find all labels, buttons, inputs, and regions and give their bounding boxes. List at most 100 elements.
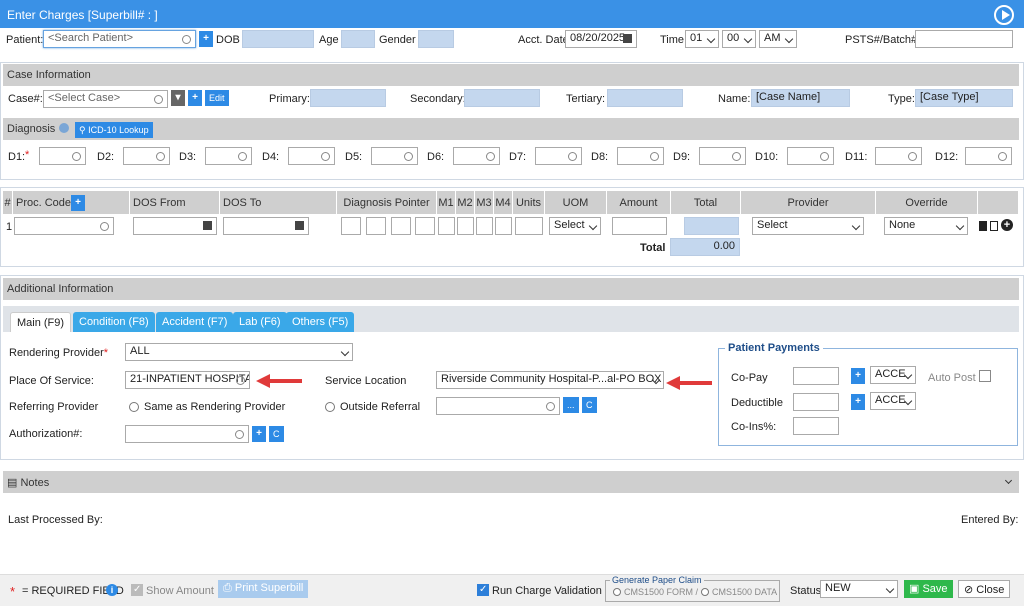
- add-patient-button[interactable]: +: [199, 31, 213, 47]
- authorization-clear-button[interactable]: C: [269, 426, 284, 442]
- dob-field: [242, 30, 314, 48]
- copy-icon[interactable]: [979, 221, 987, 231]
- deductible-account-select[interactable]: ACCE: [870, 392, 916, 410]
- modifier-4-input[interactable]: [495, 217, 512, 235]
- case-dropdown-button[interactable]: ▾: [171, 90, 185, 106]
- col-header-total: Total: [671, 191, 741, 214]
- diagnosis-input-6[interactable]: [453, 147, 500, 165]
- diagnosis-input-12[interactable]: [965, 147, 1012, 165]
- diagnosis-input-1[interactable]: [39, 147, 86, 165]
- notes-header[interactable]: ▤ Notes: [3, 471, 1019, 493]
- icd10-lookup-button[interactable]: ⚲ ICD-10 Lookup: [75, 122, 153, 138]
- modifier-3-input[interactable]: [476, 217, 493, 235]
- add-case-button[interactable]: +: [188, 90, 202, 106]
- time-ampm-select[interactable]: AM: [759, 30, 797, 48]
- diagnosis-pointer-1[interactable]: [341, 217, 361, 235]
- referral-browse-button[interactable]: ...: [563, 397, 579, 413]
- time-hour-select[interactable]: 01: [685, 30, 719, 48]
- patient-search-input[interactable]: <Search Patient>: [43, 30, 196, 48]
- close-button[interactable]: ⊘ Close: [958, 580, 1011, 598]
- arrow-indicator-pos: [256, 374, 302, 388]
- edit-case-button[interactable]: Edit: [205, 90, 229, 106]
- units-input[interactable]: [515, 217, 543, 235]
- tab-main[interactable]: Main (F9): [10, 312, 72, 332]
- grid-total-value: 0.00: [670, 238, 740, 256]
- run-validation-checkbox[interactable]: [477, 584, 489, 596]
- rendering-provider-select[interactable]: ALL: [125, 343, 353, 361]
- cms1500-form-label: CMS1500 FORM /: [624, 587, 699, 597]
- diagnosis-pointer-3[interactable]: [391, 217, 411, 235]
- dos-from-input[interactable]: [133, 217, 217, 235]
- cms1500-data-radio[interactable]: [701, 588, 709, 596]
- calendar-icon[interactable]: [623, 34, 632, 43]
- col-header-amount: Amount: [607, 191, 671, 214]
- coins-input[interactable]: [793, 417, 839, 435]
- tab-accident[interactable]: Accident (F7): [156, 312, 234, 332]
- diagnosis-label-4: D4:: [262, 151, 280, 163]
- print-superbill-button[interactable]: ⎙ Print Superbill: [218, 580, 309, 598]
- referral-clear-button[interactable]: C: [582, 397, 597, 413]
- play-icon[interactable]: [994, 5, 1014, 25]
- diagnosis-input-3[interactable]: [205, 147, 252, 165]
- tab-others[interactable]: Others (F5): [286, 312, 355, 332]
- row-number: 1: [6, 221, 13, 233]
- dos-to-input[interactable]: [223, 217, 309, 235]
- cms1500-form-radio[interactable]: [613, 588, 621, 596]
- auto-post-checkbox[interactable]: [979, 370, 991, 382]
- age-field: [341, 30, 375, 48]
- calendar-icon[interactable]: [203, 221, 212, 230]
- case-select-input[interactable]: <Select Case>: [43, 90, 168, 108]
- deductible-label: Deductible: [731, 397, 783, 409]
- psts-input[interactable]: [915, 30, 1013, 48]
- copay-account-select[interactable]: ACCE: [870, 366, 916, 384]
- tab-lab[interactable]: Lab (F6): [233, 312, 287, 332]
- modifier-1-input[interactable]: [438, 217, 455, 235]
- col-header-num: #: [3, 191, 13, 214]
- chevron-down-icon: [340, 347, 350, 357]
- show-amount-checkbox[interactable]: [131, 584, 143, 596]
- diagnosis-label-6: D6:: [427, 151, 445, 163]
- service-location-select[interactable]: Riverside Community Hospital-P...al-PO B…: [436, 371, 664, 389]
- col-header-dos-to: DOS To: [220, 191, 337, 214]
- acct-date-input[interactable]: 08/20/2025: [565, 30, 637, 48]
- diagnosis-input-7[interactable]: [535, 147, 582, 165]
- add-proc-code-button[interactable]: +: [71, 195, 85, 211]
- diagnosis-pointer-4[interactable]: [415, 217, 435, 235]
- diagnosis-input-10[interactable]: [787, 147, 834, 165]
- col-header-m1: M1: [437, 191, 456, 214]
- provider-select[interactable]: Select: [752, 217, 864, 235]
- diagnosis-input-11[interactable]: [875, 147, 922, 165]
- trash-icon[interactable]: [990, 221, 998, 231]
- proc-code-input[interactable]: [14, 217, 114, 235]
- outside-referral-radio[interactable]: [325, 402, 335, 412]
- diagnosis-input-9[interactable]: [699, 147, 746, 165]
- coins-label: Co-Ins%:: [731, 421, 777, 433]
- add-deductible-button[interactable]: +: [851, 394, 865, 410]
- modifier-2-input[interactable]: [457, 217, 474, 235]
- place-of-service-input[interactable]: 21-INPATIENT HOSPITAL: [125, 371, 250, 389]
- same-as-rendering-radio[interactable]: [129, 402, 139, 412]
- diagnosis-input-2[interactable]: [123, 147, 170, 165]
- uom-select[interactable]: Select: [549, 217, 601, 235]
- diagnosis-pointer-2[interactable]: [366, 217, 386, 235]
- save-icon: ▣: [909, 583, 923, 595]
- search-circle-icon: [154, 95, 163, 104]
- add-row-icon[interactable]: +: [1001, 219, 1013, 231]
- override-select[interactable]: None: [884, 217, 968, 235]
- authorization-input[interactable]: [125, 425, 249, 443]
- status-select[interactable]: NEW: [820, 580, 898, 598]
- amount-input[interactable]: [612, 217, 667, 235]
- tab-condition[interactable]: Condition (F8): [73, 312, 155, 332]
- diagnosis-input-4[interactable]: [288, 147, 335, 165]
- calendar-icon[interactable]: [295, 221, 304, 230]
- time-minute-select[interactable]: 00: [722, 30, 756, 48]
- diagnosis-input-5[interactable]: [371, 147, 418, 165]
- add-authorization-button[interactable]: +: [252, 426, 266, 442]
- deductible-input[interactable]: [793, 393, 839, 411]
- copay-input[interactable]: [793, 367, 839, 385]
- info-icon[interactable]: i: [106, 584, 118, 596]
- diagnosis-input-8[interactable]: [617, 147, 664, 165]
- add-copay-button[interactable]: +: [851, 368, 865, 384]
- save-button[interactable]: ▣ Save: [904, 580, 953, 598]
- outside-referral-input[interactable]: [436, 397, 560, 415]
